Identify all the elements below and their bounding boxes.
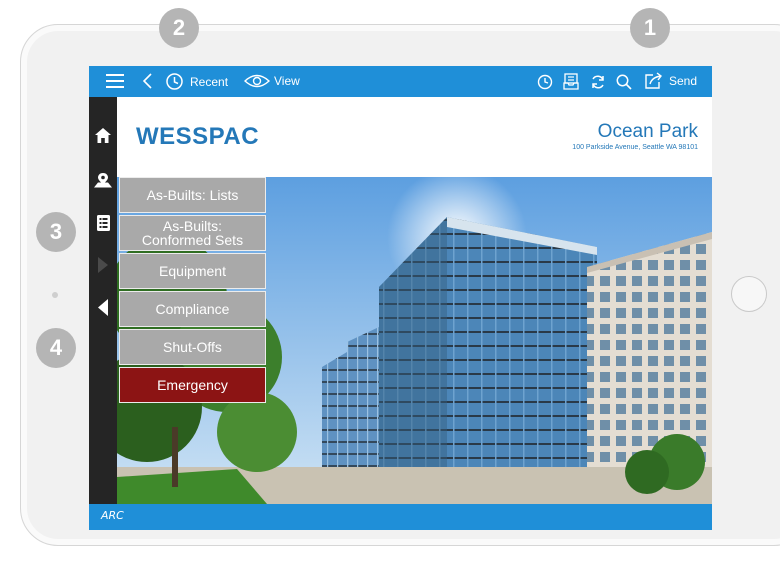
history-icon[interactable] (537, 74, 553, 90)
view-button[interactable]: View (244, 72, 300, 90)
inbox-icon[interactable] (563, 73, 579, 90)
view-label: View (274, 74, 300, 88)
menu-item-as-builts-conformed-sets[interactable]: As-Builts: Conformed Sets (119, 215, 266, 251)
send-share-icon (644, 72, 663, 90)
tablet-camera-dot (52, 292, 58, 298)
callout-badge-4: 4 (36, 328, 76, 368)
site-address: 100 Parkside Avenue, Seattle WA 98101 (572, 144, 698, 151)
search-icon[interactable] (616, 74, 632, 90)
send-label: Send (669, 74, 698, 88)
callout-badge-3: 3 (36, 212, 76, 252)
arc-logo: ARC (101, 509, 124, 522)
category-menu: As-Builts: Lists As-Builts: Conformed Se… (119, 177, 266, 405)
callout-badge-1: 1 (630, 8, 670, 48)
menu-item-as-builts-lists[interactable]: As-Builts: Lists (119, 177, 266, 213)
site-name: Ocean Park (597, 121, 698, 142)
home-icon[interactable] (89, 122, 117, 148)
menu-item-shut-offs[interactable]: Shut-Offs (119, 329, 266, 365)
menu-item-emergency[interactable]: Emergency (119, 367, 266, 403)
footer-bar: ARC (89, 504, 712, 530)
document-list-icon[interactable] (89, 210, 117, 236)
recent-button[interactable]: Recent (165, 72, 228, 91)
back-chevron-icon[interactable] (143, 73, 152, 89)
refresh-icon[interactable] (590, 74, 606, 90)
recent-label: Recent (190, 74, 229, 89)
send-button[interactable]: Send (644, 72, 697, 90)
left-sidebar (89, 97, 117, 504)
hamburger-menu-icon[interactable] (106, 74, 124, 88)
view-eye-icon (244, 72, 270, 90)
play-forward-icon[interactable] (89, 252, 117, 278)
company-brand: WESSPAC (136, 123, 260, 150)
menu-item-equipment[interactable]: Equipment (119, 253, 266, 289)
location-pin-icon[interactable] (89, 167, 117, 193)
top-toolbar: Recent View Send (89, 66, 712, 97)
menu-item-compliance[interactable]: Compliance (119, 291, 266, 327)
site-header: WESSPAC Ocean Park 100 Parkside Avenue, … (117, 97, 712, 177)
tablet-home-button[interactable] (731, 276, 767, 312)
recent-clock-icon (165, 72, 184, 91)
collapse-left-icon[interactable] (89, 294, 117, 320)
app-screen: Recent View Send WESSPAC Ocean Park 100 … (89, 66, 712, 530)
callout-badge-2: 2 (159, 8, 199, 48)
